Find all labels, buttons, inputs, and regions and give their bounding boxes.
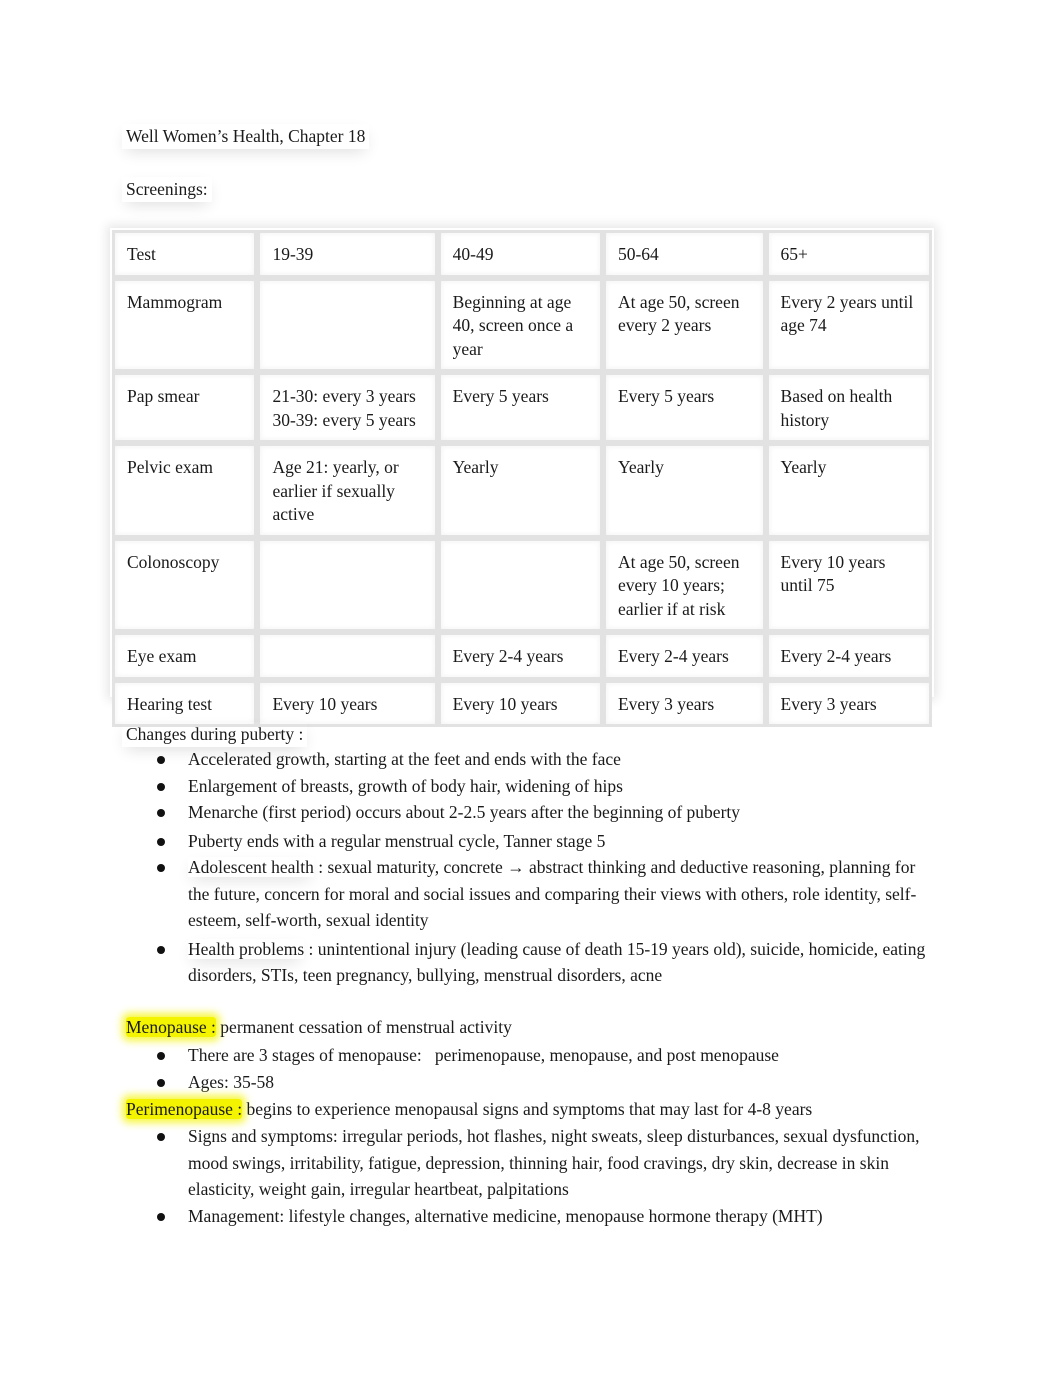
bullet-icon (157, 756, 165, 764)
header-cell-40-49: 40-49 (437, 230, 603, 278)
list-item: Menarche (first period) occurs about 2-2… (126, 799, 926, 826)
table-cell: Colonoscopy (112, 537, 258, 632)
table-cell: Yearly (437, 443, 603, 538)
list-item: Enlargement of breasts, growth of body h… (126, 773, 926, 800)
bullet-icon (157, 809, 165, 817)
table-cell: Beginning at age 40, screen once a year (437, 277, 603, 372)
table-cell: Eye exam (112, 632, 258, 680)
list-item: Adolescent health : sexual maturity, con… (126, 854, 926, 934)
table-cell: Based on health history (765, 372, 932, 443)
table-cell: At age 50, screen every 2 years (602, 277, 766, 372)
table-cell: Every 2-4 years (602, 632, 766, 680)
list-item-text: Signs and symptoms: irregular periods, h… (188, 1126, 920, 1199)
perimenopause-term: Perimenopause : (126, 1099, 243, 1119)
pap-line-2: 30-39: every 5 years (272, 409, 416, 430)
menopause-term: Menopause : (126, 1017, 216, 1037)
list-item: Puberty ends with a regular menstrual cy… (126, 828, 926, 855)
header-cell-50-64: 50-64 (602, 230, 766, 278)
table-cell (257, 537, 438, 632)
table-cell: Every 2-4 years (437, 632, 603, 680)
header-cell-19-39: 19-39 (257, 230, 438, 278)
bullet-icon (157, 1052, 165, 1060)
table-row: Pap smear 21-30: every 3 years 30-39: ev… (112, 372, 932, 443)
list-item: Accelerated growth, starting at the feet… (126, 746, 926, 773)
pap-line-1: 21-30: every 3 years (272, 386, 416, 406)
list-item-text: Management: lifestyle changes, alternati… (188, 1205, 823, 1226)
list-item-text: Accelerated growth, starting at the feet… (188, 749, 621, 769)
document-title: Well Women’s Health, Chapter 18 (122, 124, 369, 149)
list-item: Ages: 35-58 (126, 1069, 926, 1096)
perimenopause-definition-line: Perimenopause : begins to experience men… (126, 1099, 812, 1120)
perimenopause-definition: begins to experience menopausal signs an… (242, 1099, 813, 1119)
table-cell (257, 632, 438, 680)
table-row: Pelvic exam Age 21: yearly, or earlier i… (112, 443, 932, 538)
table-cell: Mammogram (112, 277, 258, 372)
table-cell: Yearly (765, 443, 932, 538)
bullet-icon (157, 945, 165, 954)
list-item-text: Enlargement of breasts, growth of body h… (188, 775, 623, 796)
header-cell-65-plus: 65+ (765, 230, 932, 278)
table-cell (437, 537, 603, 632)
bullet-icon (157, 1133, 165, 1141)
table-cell: Hearing test (112, 679, 258, 727)
table-cell (257, 277, 438, 372)
list-item-text: Menarche (first period) occurs about 2-2… (188, 802, 741, 822)
table-row: Colonoscopy At age 50, screen every 10 y… (112, 537, 932, 632)
puberty-heading: Changes during puberty : (122, 722, 307, 747)
list-item: Management: lifestyle changes, alternati… (126, 1203, 926, 1230)
bullet-icon (157, 864, 165, 872)
table-cell: Yearly (602, 443, 766, 538)
header-cell-test: Test (112, 230, 258, 278)
list-item: Health problems : unintentional injury (… (126, 936, 926, 989)
table-cell: Every 3 years (765, 679, 932, 727)
table-cell: Every 3 years (602, 679, 766, 727)
table-cell: Pelvic exam (112, 443, 258, 538)
menopause-definition-line: Menopause : permanent cessation of menst… (126, 1017, 512, 1038)
table-cell: Every 5 years (602, 372, 766, 443)
table-row: Hearing test Every 10 years Every 10 yea… (112, 679, 932, 727)
menopause-list: There are 3 stages of menopause: perimen… (126, 1042, 926, 1095)
bullet-icon (157, 782, 165, 791)
table-cell: Every 10 years (257, 679, 438, 727)
list-item-text: There are 3 stages of menopause: perimen… (188, 1045, 779, 1065)
health-problems-label: Health problems (188, 938, 305, 959)
screenings-table: Test 19-39 40-49 50-64 65+ Mammogram Beg… (112, 230, 932, 727)
table-row: Eye exam Every 2-4 years Every 2-4 years… (112, 632, 932, 680)
bullet-icon (157, 1078, 165, 1087)
table-cell: Every 2 years until age 74 (765, 277, 932, 372)
list-item: Signs and symptoms: irregular periods, h… (126, 1123, 926, 1203)
perimenopause-list: Signs and symptoms: irregular periods, h… (126, 1123, 926, 1229)
table-header-row: Test 19-39 40-49 50-64 65+ (112, 230, 932, 278)
table-cell: Age 21: yearly, or earlier if sexually a… (257, 443, 438, 538)
list-item: There are 3 stages of menopause: perimen… (126, 1042, 926, 1069)
bullet-icon (157, 1212, 165, 1221)
adolescent-health-label: Adolescent health (188, 857, 314, 877)
table-cell: 21-30: every 3 years 30-39: every 5 year… (257, 372, 438, 443)
screenings-heading: Screenings: (122, 177, 212, 202)
table-row: Mammogram Beginning at age 40, screen on… (112, 277, 932, 372)
table-cell: Pap smear (112, 372, 258, 443)
table-cell: Every 10 years (437, 679, 603, 727)
list-item-text: Ages: 35-58 (188, 1071, 275, 1092)
table-cell: Every 2-4 years (765, 632, 932, 680)
puberty-list: Accelerated growth, starting at the feet… (126, 746, 926, 989)
list-item-text: Puberty ends with a regular menstrual cy… (188, 830, 606, 851)
table-cell: At age 50, screen every 10 years; earlie… (602, 537, 766, 632)
table-cell: Every 5 years (437, 372, 603, 443)
table-cell: Every 10 years until 75 (765, 537, 932, 632)
menopause-definition: permanent cessation of menstrual activit… (215, 1017, 512, 1037)
bullet-icon (157, 837, 165, 846)
